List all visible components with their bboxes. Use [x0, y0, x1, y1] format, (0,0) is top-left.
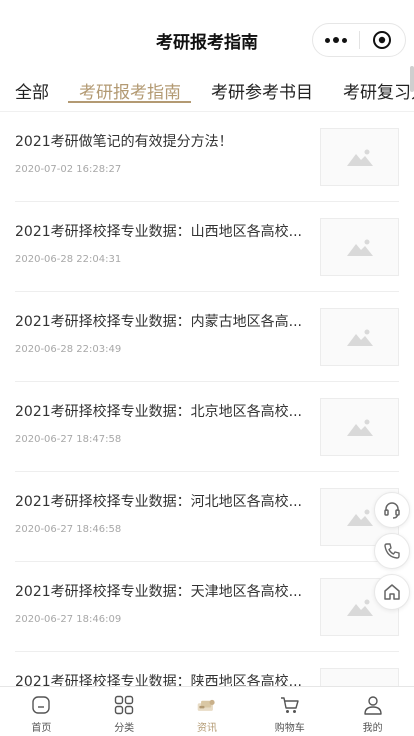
tabbar-item-profile[interactable]: 我的 [331, 687, 414, 736]
article-time: 2020-06-27 18:47:58 [15, 434, 122, 445]
article-time: 2020-06-27 18:46:09 [15, 614, 122, 625]
article-thumbnail [320, 398, 399, 456]
article-time: 2020-06-28 22:04:31 [15, 254, 122, 265]
active-tab-indicator [68, 101, 191, 103]
tabbar-item-category[interactable]: 分类 [83, 687, 166, 736]
more-dot-icon [341, 37, 347, 43]
headset-icon [384, 502, 400, 519]
capsule-menu [312, 23, 406, 57]
user-icon [362, 694, 384, 716]
article-title: 2021考研择校择专业数据：山西地区各高校... [15, 224, 302, 240]
article-title: 2021考研择校择专业数据：北京地区各高校... [15, 404, 302, 420]
article-time: 2020-06-27 18:46:58 [15, 524, 122, 535]
article-title: 2021考研择校择专业数据：天津地区各高校... [15, 584, 302, 600]
target-icon [373, 31, 392, 49]
image-placeholder-icon [346, 419, 373, 436]
tab-exam-guide[interactable]: 考研报考指南 [79, 78, 181, 103]
close-miniprogram-button[interactable] [359, 23, 405, 57]
scrollbar[interactable] [410, 66, 414, 92]
list-item[interactable]: 2021考研做笔记的有效提分方法！ 2020-07-02 16:28:27 [15, 112, 399, 202]
article-title: 2021考研做笔记的有效提分方法！ [15, 134, 233, 150]
image-placeholder-icon [346, 149, 373, 166]
list-item[interactable]: 2021考研择校择专业数据：北京地区各高校... 2020-06-27 18:4… [15, 382, 399, 472]
list-item[interactable]: 2021考研择校择专业数据：河北地区各高校... 2020-06-27 18:4… [15, 472, 399, 562]
more-options-button[interactable] [313, 23, 359, 57]
article-thumbnail [320, 128, 399, 186]
article-time: 2020-07-02 16:28:27 [15, 164, 122, 175]
list-item[interactable]: 2021考研择校择专业数据：内蒙古地区各高... 2020-06-28 22:0… [15, 292, 399, 382]
home-icon [384, 584, 400, 600]
grid-icon [113, 694, 135, 716]
image-placeholder-icon [346, 599, 373, 616]
tabbar-item-news[interactable]: 资讯 [166, 687, 249, 736]
article-thumbnail [320, 308, 399, 366]
tabbar-label: 资讯 [196, 723, 217, 734]
article-time: 2020-06-28 22:03:49 [15, 344, 122, 355]
news-icon [196, 694, 218, 716]
cart-icon [279, 694, 301, 716]
more-dot-icon [332, 37, 339, 43]
home-shortcut-button[interactable] [374, 574, 410, 610]
more-dot-icon [324, 37, 330, 43]
article-title: 2021考研择校择专业数据：内蒙古地区各高... [15, 314, 302, 330]
image-placeholder-icon [346, 239, 373, 256]
bottom-tabbar: 首页 分类 资讯 购物车 我的 [0, 686, 414, 736]
phone-button[interactable] [374, 533, 410, 569]
customer-service-button[interactable] [374, 492, 410, 528]
nav-bar: 考研报考指南 [0, 0, 414, 76]
tab-review-methods[interactable]: 考研复习方法 [343, 78, 414, 103]
category-tabs: 全部 考研报考指南 考研参考书目 考研复习方法 [0, 76, 414, 112]
tabbar-label: 我的 [362, 723, 383, 734]
tab-all[interactable]: 全部 [15, 78, 49, 103]
tab-reference-books[interactable]: 考研参考书目 [211, 78, 313, 103]
tabbar-label: 分类 [114, 723, 135, 734]
image-placeholder-icon [346, 329, 373, 346]
tabbar-label: 购物车 [274, 723, 305, 734]
article-title: 2021考研择校择专业数据：河北地区各高校... [15, 494, 302, 510]
image-placeholder-icon [346, 509, 373, 526]
list-item[interactable]: 2021考研择校择专业数据：天津地区各高校... 2020-06-27 18:4… [15, 562, 399, 652]
article-thumbnail [320, 218, 399, 276]
home-icon [30, 694, 52, 716]
phone-icon [384, 543, 400, 559]
list-item[interactable]: 2021考研择校择专业数据：山西地区各高校... 2020-06-28 22:0… [15, 202, 399, 292]
tabbar-label: 首页 [31, 723, 52, 734]
tabbar-item-home[interactable]: 首页 [0, 687, 83, 736]
tabbar-item-cart[interactable]: 购物车 [248, 687, 331, 736]
